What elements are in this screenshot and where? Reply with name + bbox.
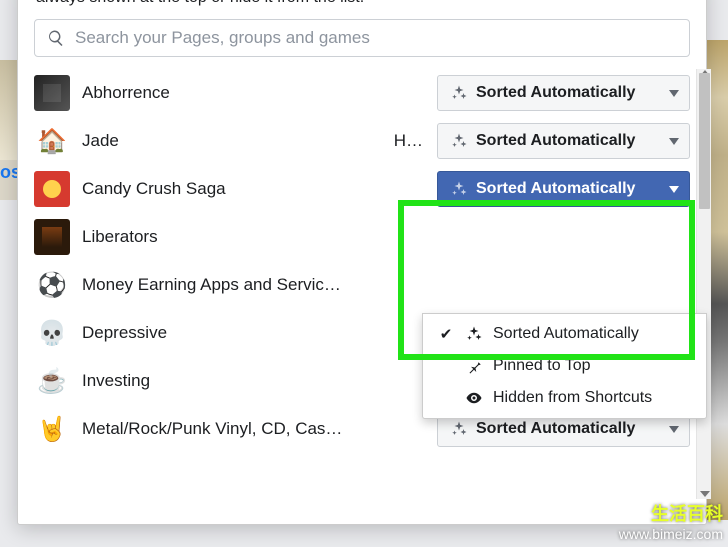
check-icon: ✔ bbox=[437, 325, 455, 343]
watermark: 生活百科 www.bimeiz.com bbox=[619, 503, 723, 543]
scroll-down-icon[interactable] bbox=[700, 491, 710, 500]
search-container bbox=[34, 19, 690, 57]
scrollbar[interactable] bbox=[696, 69, 711, 499]
search-field[interactable] bbox=[34, 19, 690, 57]
scroll-thumb[interactable] bbox=[699, 73, 710, 209]
sparkle-icon bbox=[450, 132, 468, 150]
chevron-down-icon bbox=[669, 426, 679, 433]
item-extra: H… bbox=[394, 131, 437, 151]
avatar: 🏠 bbox=[34, 123, 70, 159]
avatar: ☕ bbox=[34, 363, 70, 399]
list-item: Candy Crush Saga Sorted Automatically bbox=[24, 165, 700, 213]
shortcuts-list: Abhorrence Sorted Automatically 🏠 Jade H… bbox=[18, 67, 706, 507]
menu-item-pinned-to-top[interactable]: Pinned to Top bbox=[423, 350, 706, 382]
menu-item-hidden-from-shortcuts[interactable]: Hidden from Shortcuts bbox=[423, 382, 706, 414]
avatar bbox=[34, 75, 70, 111]
sort-label: Sorted Automatically bbox=[476, 180, 661, 198]
pin-icon bbox=[465, 357, 483, 375]
sparkle-icon bbox=[450, 84, 468, 102]
search-icon bbox=[47, 29, 65, 47]
list-item: Liberators Sorted Automatically bbox=[24, 213, 700, 261]
menu-item-label: Pinned to Top bbox=[493, 357, 591, 375]
menu-item-label: Sorted Automatically bbox=[493, 325, 639, 343]
item-name: Liberators bbox=[82, 227, 437, 247]
item-name: Money Earning Apps and Servic… bbox=[82, 275, 437, 295]
watermark-title: 生活百科 bbox=[619, 503, 723, 526]
item-name: Jade bbox=[82, 131, 394, 151]
avatar: ⚽ bbox=[34, 267, 70, 303]
sort-label: Sorted Automatically bbox=[476, 132, 661, 150]
sort-dropdown-menu: ✔ Sorted Automatically Pinned to Top Hid… bbox=[422, 313, 707, 419]
avatar bbox=[34, 219, 70, 255]
item-name: Depressive bbox=[82, 323, 437, 343]
sort-dropdown-button[interactable]: Sorted Automatically bbox=[437, 171, 690, 207]
background-decoration bbox=[0, 60, 17, 160]
avatar bbox=[34, 171, 70, 207]
watermark-url: www.bimeiz.com bbox=[619, 526, 723, 544]
sparkle-icon bbox=[450, 420, 468, 438]
sparkle-icon bbox=[465, 325, 483, 343]
search-input[interactable] bbox=[75, 28, 677, 48]
modal-hint-text: always shown at the top or hide it from … bbox=[18, 0, 706, 19]
edit-shortcuts-modal: always shown at the top or hide it from … bbox=[17, 0, 707, 525]
item-name: Candy Crush Saga bbox=[82, 179, 437, 199]
sort-dropdown-button[interactable]: Sorted Automatically bbox=[437, 123, 690, 159]
chevron-down-icon bbox=[669, 90, 679, 97]
menu-item-label: Hidden from Shortcuts bbox=[493, 389, 652, 407]
sort-label: Sorted Automatically bbox=[476, 420, 661, 438]
sort-dropdown-button[interactable]: Sorted Automatically bbox=[437, 75, 690, 111]
eye-icon bbox=[465, 389, 483, 407]
avatar: 💀 bbox=[34, 315, 70, 351]
sparkle-icon bbox=[450, 180, 468, 198]
item-name: Metal/Rock/Punk Vinyl, CD, Cas… bbox=[82, 419, 437, 439]
avatar: 🤘 bbox=[34, 411, 70, 447]
list-item: Abhorrence Sorted Automatically bbox=[24, 69, 700, 117]
list-item: 🏠 Jade H… Sorted Automatically bbox=[24, 117, 700, 165]
item-name: Abhorrence bbox=[82, 83, 437, 103]
sort-label: Sorted Automatically bbox=[476, 84, 661, 102]
item-name: Investing bbox=[82, 371, 437, 391]
list-item: ⚽ Money Earning Apps and Servic… Sorted … bbox=[24, 261, 700, 309]
chevron-down-icon bbox=[669, 138, 679, 145]
chevron-down-icon bbox=[669, 186, 679, 193]
menu-item-sorted-automatically[interactable]: ✔ Sorted Automatically bbox=[423, 318, 706, 350]
